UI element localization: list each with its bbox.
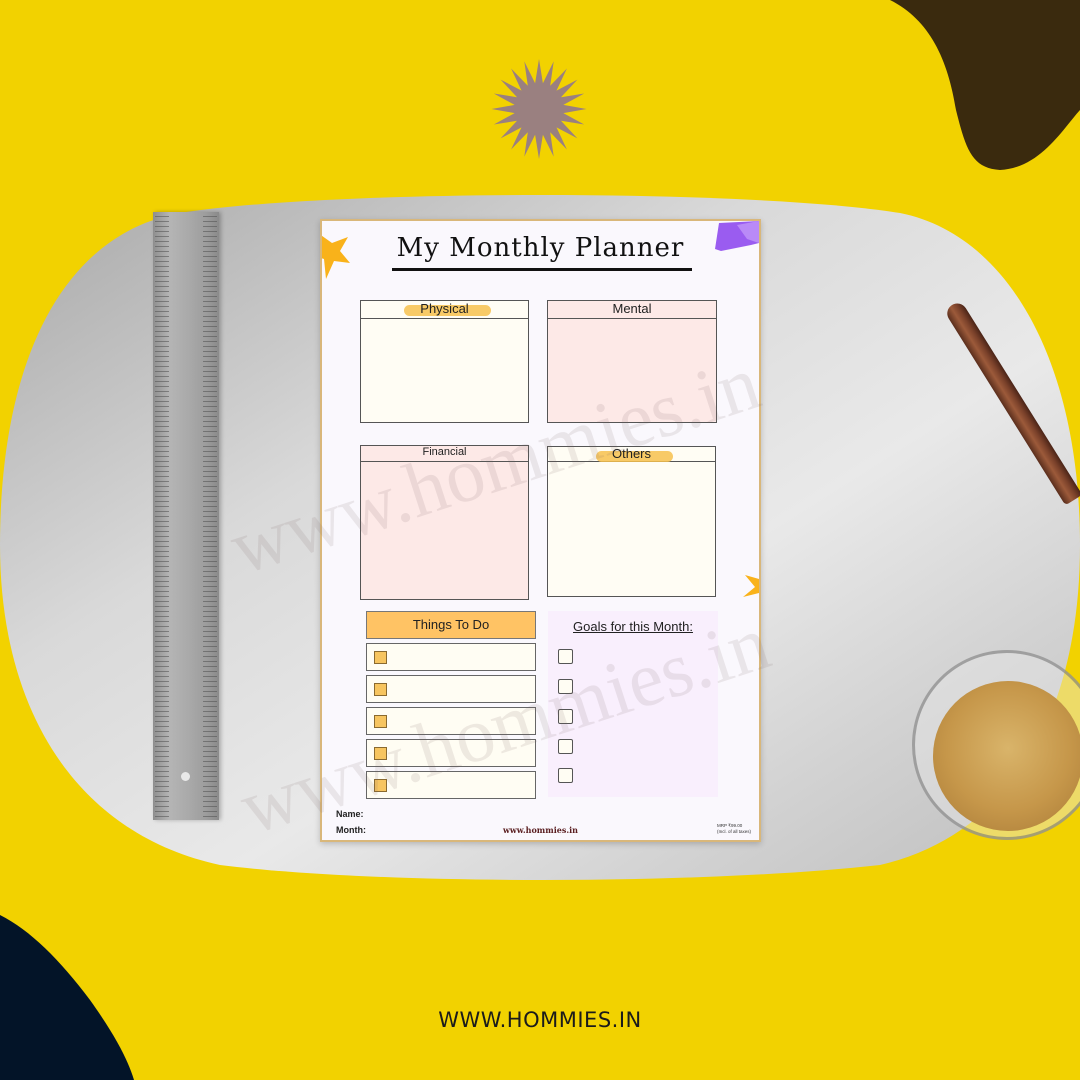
goal-checkbox[interactable]: [558, 679, 573, 694]
todo-item[interactable]: [366, 643, 536, 671]
todo-checkbox[interactable]: [374, 715, 387, 728]
ruler-ticks-right: [203, 212, 217, 820]
coffee: [933, 681, 1080, 831]
todo-checkbox[interactable]: [374, 683, 387, 696]
title-underline: [392, 268, 692, 271]
section-label: Financial: [408, 446, 480, 458]
section-title-financial: Financial: [422, 446, 467, 458]
section-title-others: Others: [611, 446, 651, 461]
blob-bottom-left: [0, 915, 134, 1080]
section-label: Mental: [598, 301, 665, 316]
brand-url: WWW.HOMMIES.IN: [438, 1008, 642, 1032]
planner-page: My Monthly Planner Physical Mental Finan…: [320, 219, 761, 842]
todo-checkbox[interactable]: [374, 747, 387, 760]
section-title-mental: Mental: [612, 301, 652, 316]
goal-checkbox[interactable]: [558, 709, 573, 724]
section-financial[interactable]: Financial: [360, 445, 529, 600]
todo-item[interactable]: [366, 707, 536, 735]
blob-top-right: [890, 0, 1080, 170]
section-label: Physical: [404, 301, 492, 316]
mrp-text: MRP ₹99.00 (Incl. of all taxes): [717, 823, 751, 835]
section-others[interactable]: Others: [547, 446, 716, 597]
todo-header: Things To Do: [366, 611, 536, 639]
goal-checkbox[interactable]: [558, 768, 573, 783]
ruler-ticks-left: [155, 212, 169, 820]
mrp-line-2: (Incl. of all taxes): [716, 829, 751, 834]
page-title: My Monthly Planner: [396, 233, 685, 263]
name-label: Name:: [336, 809, 364, 819]
section-title-physical: Physical: [420, 301, 469, 316]
section-physical[interactable]: Physical: [360, 300, 529, 423]
goal-checkbox[interactable]: [558, 739, 573, 754]
star-decoration-right-icon: [743, 575, 759, 597]
todo-checkbox[interactable]: [374, 651, 387, 664]
todo-item[interactable]: [366, 771, 536, 799]
goals-title: Goals for this Month:: [573, 619, 693, 634]
goals-panel: Goals for this Month:: [548, 611, 718, 797]
section-mental[interactable]: Mental: [547, 300, 717, 423]
goal-checkbox[interactable]: [558, 649, 573, 664]
todo-checkbox[interactable]: [374, 779, 387, 792]
ruler: [153, 212, 219, 820]
ruler-hole: [181, 772, 190, 781]
footer-url: www.hommies.in: [503, 825, 578, 835]
todo-item[interactable]: [366, 739, 536, 767]
starburst-icon: [491, 59, 587, 159]
todo-item[interactable]: [366, 675, 536, 703]
section-label: Others: [595, 446, 674, 462]
